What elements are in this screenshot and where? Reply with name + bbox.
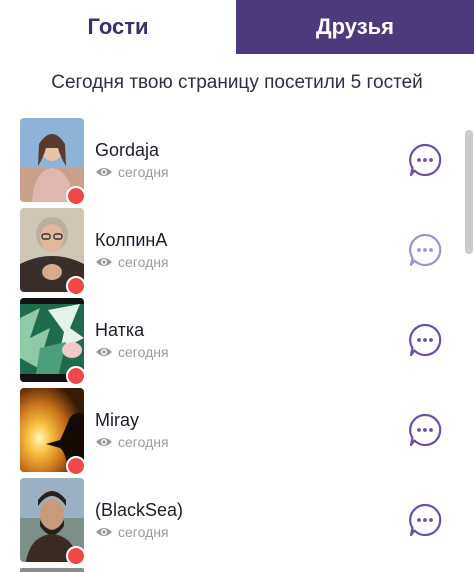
- seen-status: сегодня: [95, 524, 169, 540]
- chat-bubble-icon[interactable]: [408, 503, 442, 537]
- eye-icon: [96, 438, 112, 446]
- online-indicator: [66, 456, 86, 476]
- visitor-name[interactable]: Gordaja: [95, 140, 159, 161]
- online-indicator: [66, 186, 86, 206]
- chat-bubble-icon[interactable]: [408, 413, 442, 447]
- visitor-name[interactable]: (BlackSea): [95, 500, 183, 521]
- eye-icon: [96, 348, 112, 356]
- eye-icon: [96, 168, 112, 176]
- scrollbar[interactable]: [465, 130, 473, 254]
- chat-bubble-icon[interactable]: [408, 323, 442, 357]
- chat-bubble-icon[interactable]: [408, 233, 442, 267]
- eye-icon: [96, 258, 112, 266]
- online-indicator: [66, 546, 86, 566]
- tab-friends[interactable]: Друзья: [236, 0, 474, 54]
- visitor-row[interactable]: (BlackSea) сегодня: [0, 478, 474, 566]
- seen-status: сегодня: [95, 164, 169, 180]
- seen-label: сегодня: [118, 254, 169, 270]
- tab-guests[interactable]: Гости: [0, 0, 236, 54]
- eye-icon: [96, 528, 112, 536]
- visitor-row[interactable]: Gordaja сегодня: [0, 118, 474, 206]
- seen-status: сегодня: [95, 344, 169, 360]
- seen-label: сегодня: [118, 164, 169, 180]
- visitor-name[interactable]: КолпинА: [95, 230, 167, 251]
- visitor-name[interactable]: Miray: [95, 410, 139, 431]
- visitor-list: Gordaja сегодня КолпинА сегодня Натка се…: [0, 118, 474, 570]
- visitor-row[interactable]: Натка сегодня: [0, 298, 474, 386]
- seen-status: сегодня: [95, 434, 169, 450]
- seen-status: сегодня: [95, 254, 169, 270]
- online-indicator: [66, 276, 86, 296]
- visitors-headline: Сегодня твою страницу посетили 5 гостей: [51, 72, 423, 93]
- visitor-row[interactable]: КолпинА сегодня: [0, 208, 474, 296]
- chat-bubble-icon[interactable]: [408, 143, 442, 177]
- seen-label: сегодня: [118, 344, 169, 360]
- visitor-name[interactable]: Натка: [95, 320, 144, 341]
- online-indicator: [66, 366, 86, 386]
- tab-bar: Гости Друзья: [0, 0, 474, 54]
- seen-label: сегодня: [118, 524, 169, 540]
- next-avatar-peek: [20, 568, 84, 572]
- visitor-row[interactable]: Miray сегодня: [0, 388, 474, 476]
- seen-label: сегодня: [118, 434, 169, 450]
